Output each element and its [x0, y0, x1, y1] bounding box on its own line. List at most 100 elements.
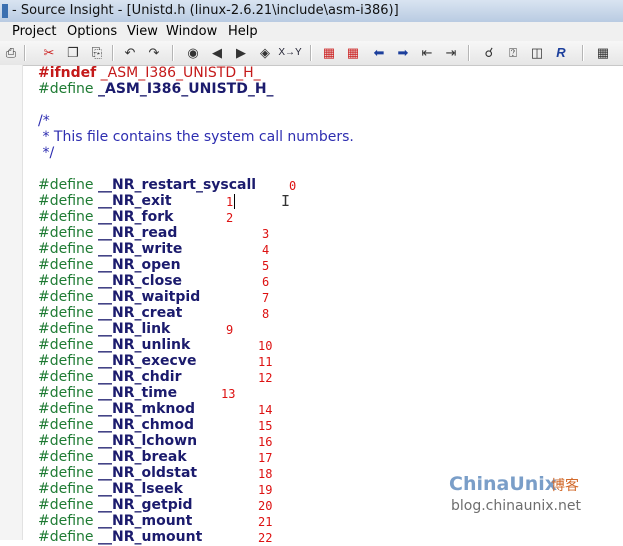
code-line-define: #define __NR_link	[38, 321, 170, 337]
ifndef-keyword: #ifndef	[38, 65, 97, 81]
title-bar: - Source Insight - [Unistd.h (linux-2.6.…	[0, 0, 623, 23]
menu-options[interactable]: Options	[67, 24, 117, 39]
define-keyword: #define	[38, 225, 94, 241]
bookmark-next-icon[interactable]: ▦	[344, 44, 362, 62]
guard-macro: _ASM_I386_UNISTD_H_	[98, 81, 274, 97]
lock-icon[interactable]: ☌	[480, 44, 498, 62]
define-keyword: #define	[38, 465, 94, 481]
watermark-brand-cn: 博客	[551, 478, 579, 494]
syscall-name: __NR_creat	[98, 305, 183, 321]
code-line-define: #define __NR_oldstat	[38, 465, 197, 481]
syscall-name: __NR_getpid	[98, 497, 193, 513]
syscall-name: __NR_exit	[98, 193, 172, 209]
cut-icon[interactable]: ✂	[40, 44, 58, 62]
code-line-define: #define __NR_execve	[38, 353, 196, 369]
window-tile-icon[interactable]: ▦	[594, 44, 612, 62]
syscall-name: __NR_chmod	[98, 417, 194, 433]
define-keyword: #define	[38, 177, 94, 193]
jump-forward-icon[interactable]: ⇥	[442, 44, 460, 62]
code-line-define: #define __NR_chdir	[38, 369, 182, 385]
menu-help[interactable]: Help	[228, 24, 258, 39]
code-line-define: #define __NR_unlink	[38, 337, 190, 353]
print-icon[interactable]: ⎙	[2, 44, 20, 62]
syscall-number: 22	[258, 531, 273, 545]
jump-back-icon[interactable]: ⇤	[418, 44, 436, 62]
define-keyword: #define	[38, 385, 94, 401]
syscall-number: 20	[258, 499, 273, 513]
lookup-icon[interactable]: ⍰	[504, 44, 522, 62]
paste-icon[interactable]: ⎘	[88, 44, 106, 62]
text-cursor-icon: I	[281, 192, 291, 210]
syscall-number: 10	[258, 339, 273, 353]
relation-icon[interactable]: R	[552, 44, 570, 62]
define-keyword: #define	[38, 417, 94, 433]
code-line-define: #define __NR_lchown	[38, 433, 197, 449]
back-icon[interactable]: ⬅	[370, 44, 388, 62]
undo-icon[interactable]: ↶	[121, 44, 139, 62]
syscall-name: __NR_write	[98, 241, 183, 257]
code-line-define: #define __NR_creat	[38, 305, 182, 321]
syscall-name: __NR_unlink	[98, 337, 191, 353]
syscall-number: 15	[258, 419, 273, 433]
comment-body: * This file contains the system call num…	[38, 129, 354, 145]
code-line-define: #define __NR_restart_syscall	[38, 177, 256, 193]
syscall-number: 2	[226, 211, 234, 225]
syscall-number: 9	[226, 323, 234, 337]
syscall-name: __NR_umount	[98, 529, 203, 545]
toolbar-separator	[112, 45, 114, 61]
syscall-number: 0	[289, 179, 297, 193]
find-prev-icon[interactable]: ◀	[208, 44, 226, 62]
bookmark-prev-icon[interactable]: ▦	[320, 44, 338, 62]
app-icon	[2, 4, 8, 18]
syscall-number: 1	[226, 195, 234, 209]
code-line-define: #define __NR_umount	[38, 529, 202, 545]
syscall-name: __NR_read	[98, 225, 178, 241]
comment-open-text: /*	[38, 113, 50, 129]
code-line-ifndef: #ifndef _ASM_I386_UNISTD_H_	[38, 65, 261, 81]
book-icon[interactable]: ◫	[528, 44, 546, 62]
replace-icon[interactable]: X→Y	[278, 44, 301, 62]
define-keyword: #define	[38, 241, 94, 257]
menu-view[interactable]: View	[127, 24, 158, 39]
find-next-icon[interactable]: ▶	[232, 44, 250, 62]
define-keyword: #define	[38, 193, 94, 209]
toolbar-separator	[310, 45, 312, 61]
syscall-number: 13	[221, 387, 236, 401]
define-keyword: #define	[38, 449, 94, 465]
code-editor[interactable]: #ifndef _ASM_I386_UNISTD_H_ #define _ASM_…	[0, 65, 623, 545]
forward-icon[interactable]: ➡	[394, 44, 412, 62]
code-line-define: #define __NR_mknod	[38, 401, 195, 417]
code-line-define: #define __NR_fork	[38, 209, 173, 225]
syscall-number: 16	[258, 435, 273, 449]
define-keyword: #define	[38, 513, 94, 529]
window-title: - Source Insight - [Unistd.h (linux-2.6.…	[12, 3, 399, 18]
code-line-define: #define __NR_write	[38, 241, 182, 257]
redo-icon[interactable]: ↷	[145, 44, 163, 62]
watermark-brand: ChinaUnix	[449, 473, 558, 495]
copy-icon[interactable]: ❐	[64, 44, 82, 62]
code-line-define: #define __NR_chmod	[38, 417, 194, 433]
comment-body-text: * This file contains the system call num…	[38, 129, 354, 145]
find-icon[interactable]: ◉	[184, 44, 202, 62]
syscall-name: __NR_mount	[98, 513, 193, 529]
toolbar: ⎙ ✂ ❐ ⎘ ↶ ↷ ◉ ◀ ▶ ◈ X→Y ▦ ▦ ⬅ ➡ ⇤ ⇥ ☌ ⍰ …	[0, 41, 623, 66]
syscall-name: __NR_time	[98, 385, 178, 401]
code-line-define: #define __NR_break	[38, 449, 187, 465]
syscall-number: 8	[262, 307, 270, 321]
menu-project[interactable]: Project	[12, 24, 56, 39]
toolbar-separator	[172, 45, 174, 61]
code-line-define: #define __NR_close	[38, 273, 182, 289]
syscall-name: __NR_oldstat	[98, 465, 198, 481]
menu-window[interactable]: Window	[166, 24, 217, 39]
syscall-name: __NR_execve	[98, 353, 197, 369]
code-line-define: #define __NR_time	[38, 385, 177, 401]
syscall-name: __NR_lseek	[98, 481, 183, 497]
syscall-number: 7	[262, 291, 270, 305]
define-keyword: #define	[38, 321, 94, 337]
code-line-define: #define __NR_waitpid	[38, 289, 200, 305]
toolbar-separator	[24, 45, 26, 61]
syscall-name: __NR_fork	[98, 209, 174, 225]
syscall-number: 17	[258, 451, 273, 465]
search-files-icon[interactable]: ◈	[256, 44, 274, 62]
define-keyword: #define	[38, 401, 94, 417]
